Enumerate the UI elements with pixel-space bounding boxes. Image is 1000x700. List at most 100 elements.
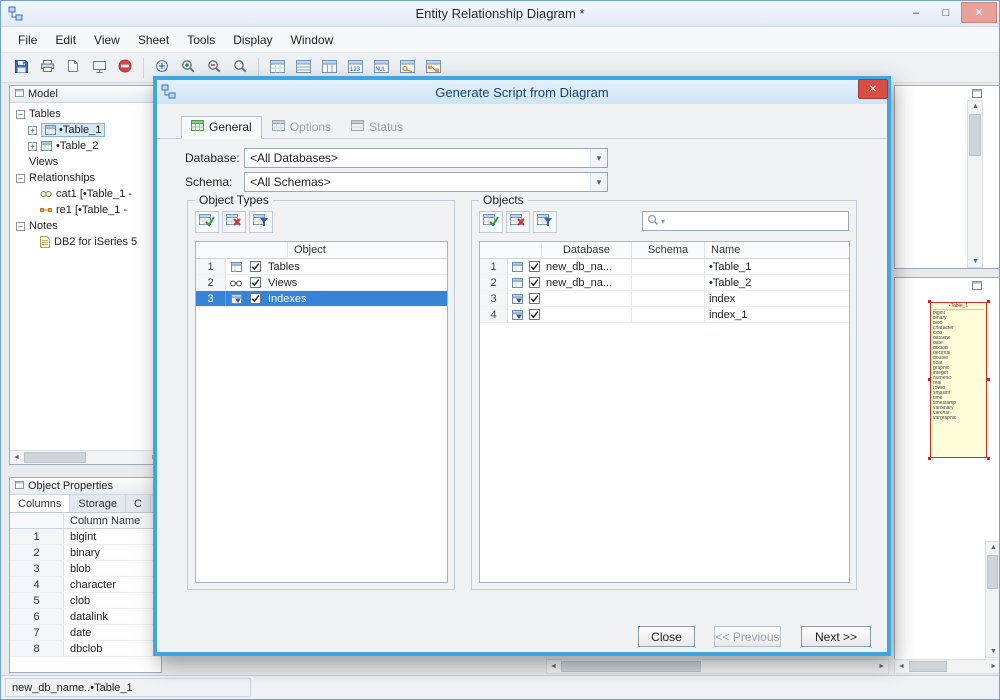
checkbox-checked[interactable] xyxy=(246,277,264,288)
close-button[interactable]: Close xyxy=(638,626,695,647)
scroll-up-icon[interactable]: ▲ xyxy=(972,103,979,110)
tree-item-notes[interactable]: − Notes xyxy=(10,218,161,234)
selection-handle[interactable] xyxy=(928,300,931,303)
uncheck-all-button[interactable] xyxy=(506,211,530,233)
menu-window[interactable]: Window xyxy=(282,29,343,51)
scroll-thumb[interactable] xyxy=(987,555,998,589)
checkbox-checked[interactable] xyxy=(526,277,542,288)
column-row[interactable]: 5 clob xyxy=(10,593,161,609)
close-window-button[interactable]: ✕ xyxy=(961,2,997,23)
name-column-header[interactable]: Name xyxy=(705,242,849,258)
float-panel-icon[interactable] xyxy=(972,89,982,98)
previous-button[interactable]: << Previous xyxy=(714,626,781,647)
object-row-index[interactable]: 3 index xyxy=(480,291,849,307)
tab-status[interactable]: Status xyxy=(341,116,413,139)
uncheck-all-button[interactable] xyxy=(222,211,246,233)
save-button[interactable] xyxy=(9,56,33,80)
column-name-header[interactable]: Column Name xyxy=(64,515,140,527)
model-hscrollbar[interactable]: ◄ ► xyxy=(10,450,161,464)
object-type-row-indexes[interactable]: 3 Indexes xyxy=(196,291,447,307)
tab-general[interactable]: General xyxy=(181,116,262,139)
right-top-vscrollbar[interactable]: ▲ ▼ xyxy=(967,100,983,268)
checkbox-checked[interactable] xyxy=(526,309,542,320)
object-column-header[interactable]: Object xyxy=(288,242,447,258)
schema-select[interactable]: <All Schemas> ▾ xyxy=(244,172,608,192)
dialog-close-button[interactable]: ✕ xyxy=(858,79,888,99)
menu-sheet[interactable]: Sheet xyxy=(129,29,178,51)
object-row-index-1[interactable]: 4 index_1 xyxy=(480,307,849,323)
column-row[interactable]: 2 binary xyxy=(10,545,161,561)
expand-icon[interactable]: + xyxy=(28,125,37,135)
selection-handle[interactable] xyxy=(987,378,990,381)
menu-tools[interactable]: Tools xyxy=(178,29,224,51)
tab-options[interactable]: Options xyxy=(262,116,341,139)
right-panel-hscrollbar[interactable]: ◄ ► xyxy=(894,659,999,674)
tree-item-views[interactable]: Views xyxy=(10,154,161,170)
print-button[interactable] xyxy=(35,56,59,80)
dialog-titlebar[interactable]: Generate Script from Diagram xyxy=(157,80,887,104)
scroll-left-icon[interactable]: ◄ xyxy=(550,663,557,670)
selection-handle[interactable] xyxy=(987,300,990,303)
selection-handle[interactable] xyxy=(928,378,931,381)
column-row[interactable]: 4 character xyxy=(10,577,161,593)
check-selected-button[interactable] xyxy=(249,211,273,233)
column-row[interactable]: 1 bigint xyxy=(10,529,161,545)
menu-file[interactable]: File xyxy=(9,29,46,51)
next-button[interactable]: Next >> xyxy=(801,626,871,647)
object-type-row-tables[interactable]: 1 Tables xyxy=(196,259,447,275)
minimize-button[interactable]: – xyxy=(901,2,931,23)
object-row-table-1[interactable]: 1 new_db_na... •Table_1 xyxy=(480,259,849,275)
diagram-table-preview[interactable]: •Table_1 bigint binary blob character clob da… xyxy=(930,302,987,458)
collapse-icon[interactable]: − xyxy=(16,221,25,231)
scroll-thumb[interactable] xyxy=(969,114,981,156)
canvas-hscrollbar[interactable]: ◄ ► xyxy=(546,659,889,674)
selection-handle[interactable] xyxy=(928,457,931,460)
maximize-button[interactable]: □ xyxy=(931,2,961,23)
menu-edit[interactable]: Edit xyxy=(46,29,85,51)
checkbox-checked[interactable] xyxy=(246,261,264,272)
menu-view[interactable]: View xyxy=(85,29,129,51)
column-row[interactable]: 6 datalink xyxy=(10,609,161,625)
collapse-icon[interactable]: − xyxy=(16,173,25,183)
database-select[interactable]: <All Databases> ▾ xyxy=(244,148,608,168)
new-page-button[interactable] xyxy=(61,56,85,80)
scroll-left-icon[interactable]: ◄ xyxy=(898,663,905,670)
scroll-up-icon[interactable]: ▲ xyxy=(990,544,997,551)
object-row-table-2[interactable]: 2 new_db_na... •Table_2 xyxy=(480,275,849,291)
float-panel-icon[interactable] xyxy=(972,281,982,290)
collapse-icon[interactable]: − xyxy=(16,109,25,119)
column-row[interactable]: 3 blob xyxy=(10,561,161,577)
scroll-left-icon[interactable]: ◄ xyxy=(13,454,20,461)
canvas-vscrollbar[interactable]: ▲ ▼ xyxy=(985,541,999,658)
column-row[interactable]: 7 date xyxy=(10,625,161,641)
scroll-thumb[interactable] xyxy=(561,661,701,672)
tab-constraints[interactable]: C xyxy=(126,495,151,512)
block-button[interactable] xyxy=(113,56,137,80)
object-type-row-views[interactable]: 2 Views xyxy=(196,275,447,291)
scroll-thumb[interactable] xyxy=(24,452,86,463)
selection-handle[interactable] xyxy=(987,457,990,460)
tree-item-cat1[interactable]: cat1 [•Table_1 - xyxy=(10,186,161,202)
presentation-button[interactable] xyxy=(87,56,111,80)
search-options-caret-icon[interactable]: ▾ xyxy=(661,217,665,226)
schema-column-header[interactable]: Schema xyxy=(632,242,705,258)
scroll-down-icon[interactable]: ▼ xyxy=(972,258,979,265)
column-row[interactable]: 8 dbclob xyxy=(10,641,161,657)
check-all-button[interactable] xyxy=(195,211,219,233)
objects-search-box[interactable]: ▾ xyxy=(642,211,849,231)
tree-item-re1[interactable]: re1 [•Table_1 - xyxy=(10,202,161,218)
check-all-button[interactable] xyxy=(479,211,503,233)
scroll-right-icon[interactable]: ► xyxy=(990,663,997,670)
tree-item-db2-note[interactable]: DB2 for iSeries 5 xyxy=(10,234,161,250)
checkbox-checked[interactable] xyxy=(246,293,264,304)
checkbox-checked[interactable] xyxy=(526,293,542,304)
tab-columns[interactable]: Columns xyxy=(10,495,71,512)
tree-item-relationships[interactable]: − Relationships xyxy=(10,170,161,186)
scroll-right-icon[interactable]: ► xyxy=(878,663,885,670)
expand-icon[interactable]: + xyxy=(28,141,37,151)
scroll-down-icon[interactable]: ▼ xyxy=(990,648,997,655)
tab-storage[interactable]: Storage xyxy=(70,495,126,512)
tree-item-table-1[interactable]: + •Table_1 xyxy=(10,122,161,138)
menu-display[interactable]: Display xyxy=(224,29,281,51)
tree-item-tables[interactable]: − Tables xyxy=(10,106,161,122)
